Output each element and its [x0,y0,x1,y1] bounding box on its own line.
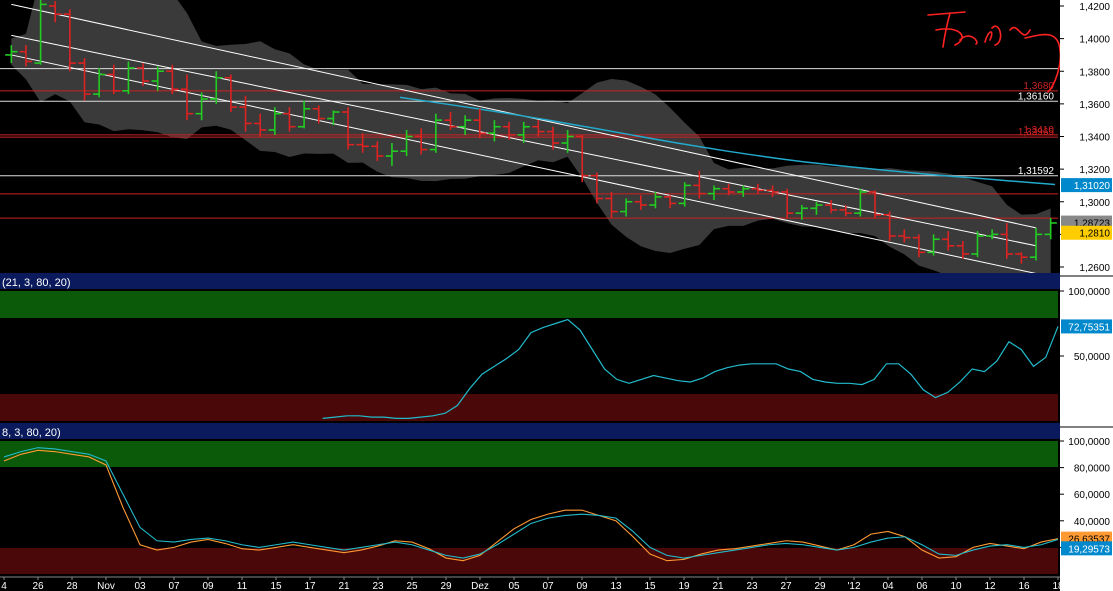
x-tick-label: '12 [847,581,860,591]
x-tick-label: 26 [32,581,44,591]
x-tick-label: 13 [610,581,622,591]
y-tick-label: 40,0000 [1074,517,1111,528]
level-label: 1,31592 [1018,166,1055,177]
y-tick-label: 1,3800 [1079,67,1110,78]
y-tick-label: 1,2600 [1079,263,1110,274]
x-tick-label: 23 [372,581,384,591]
x-tick-label: 09 [576,581,588,591]
x-tick-label: 09 [202,581,214,591]
value-tag-label: 1,31020 [1074,181,1111,192]
x-tick-label: 05 [508,581,520,591]
y-tick-label: 50,0000 [1074,352,1111,363]
y-axis: 1,4200 1,4000 1,3800 1,3600 1,3400 1,3200 1,30… [1060,0,1113,591]
overbought-zone-1 [0,291,1058,318]
oscillator-1-params: (21, 3, 80, 20) [2,277,71,289]
x-tick-label: 21 [338,581,350,591]
y-tick-label: 1,3000 [1079,198,1110,209]
oversold-zone-1 [0,394,1058,421]
x-tick-label: 04 [882,581,894,591]
oversold-zone-2 [0,548,1058,574]
x-tick-label: 17 [304,581,316,591]
panel-separator-1 [0,273,1060,289]
y-tick-label: 60,0000 [1074,490,1111,501]
level-label: 1,33965 [1018,127,1055,138]
value-tag-label: 19,29573 [1068,544,1110,555]
x-tick-label: 16 [1018,581,1030,591]
y-tick-label: 100,0000 [1068,287,1110,298]
x-tick-label: 07 [168,581,180,591]
x-tick-label: 28 [66,581,78,591]
x-tick-label: 06 [916,581,928,591]
level-label: 1,36160 [1018,91,1055,102]
x-tick-label: 12 [984,581,996,591]
y-tick-label: 1,4000 [1079,35,1110,46]
x-tick-label: Nov [97,581,115,591]
chart-canvas: 1,36801,361601,34101,339651,31592 (21, 3… [0,0,1113,591]
x-tick-label: 10 [950,581,962,591]
x-tick-label: 25 [406,581,418,591]
x-tick-label: 11 [237,581,248,591]
panel-separator-2 [0,423,1060,439]
x-tick-label: 15 [270,581,282,591]
x-axis: 4 26 28 Nov 03 07 09 11 15 17 21 23 25 29 Dez 05 07 09 13 1… [0,576,1064,591]
y-tick-label: 100,0000 [1068,437,1110,448]
x-tick-label: Dez [471,581,489,591]
x-tick-label: 15 [644,581,656,591]
value-tag-label: 72,75351 [1068,322,1110,333]
value-tag-label: 1,2810 [1079,229,1110,240]
oscillator-2-params: 8, 3, 80, 20) [2,427,61,439]
x-tick-label: 21 [712,581,724,591]
y-tick-label: 1,3600 [1079,100,1110,111]
y-tick-label: 1,4200 [1079,2,1110,13]
x-tick-label: 19 [678,581,690,591]
x-tick-label: 29 [814,581,826,591]
y-tick-label: 1,3400 [1079,133,1110,144]
x-tick-label: 03 [134,581,146,591]
overbought-zone-2 [0,441,1058,467]
x-tick-label: 23 [746,581,758,591]
x-tick-label: 07 [542,581,554,591]
x-tick-label: 4 [1,581,7,591]
x-tick-label: 27 [780,581,792,591]
y-tick-label: 80,0000 [1074,464,1111,475]
y-tick-label: 1,3200 [1079,165,1110,176]
x-axis-background [0,576,1060,591]
x-tick-label: 29 [440,581,452,591]
